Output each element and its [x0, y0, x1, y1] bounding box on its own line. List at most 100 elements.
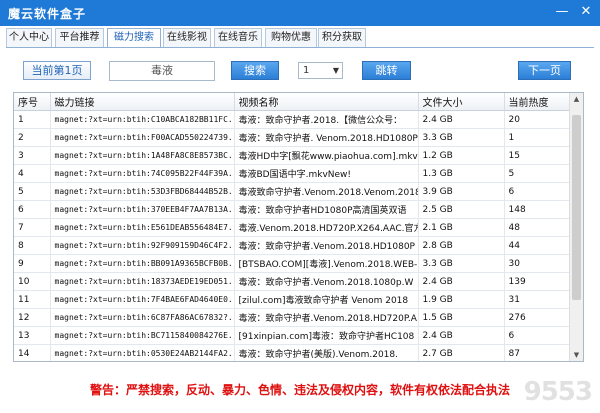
- table-row[interactable]: 13 magnet:?xt=urn:btih:BC7115840084276E..…: [14, 326, 570, 345]
- tab-magnet-search[interactable]: 磁力搜索: [107, 28, 161, 48]
- cell-index: 10: [14, 272, 51, 291]
- tab-personal-center[interactable]: 个人中心: [6, 28, 52, 47]
- col-header-file-size[interactable]: 文件大小: [418, 93, 505, 111]
- cell-magnet[interactable]: magnet:?xt=urn:btih:370EEB4F7AA7B13A...: [50, 200, 235, 219]
- cell-heat: 6: [504, 326, 570, 345]
- scroll-down-icon[interactable]: ▼: [570, 349, 583, 361]
- tab-get-points[interactable]: 积分获取: [318, 28, 366, 47]
- cell-heat: 148: [504, 200, 570, 219]
- cell-index: 4: [14, 164, 51, 183]
- tab-platform-recommend[interactable]: 平台推荐: [55, 28, 104, 47]
- cell-video-name: 毒液：致命守护者(美版).Venom.2018.: [234, 344, 419, 361]
- table-row[interactable]: 11 magnet:?xt=urn:btih:7F4BAE6FAD4640E0..…: [14, 290, 570, 309]
- cell-index: 3: [14, 146, 51, 165]
- cell-size: 2.4 GB: [418, 110, 505, 129]
- cell-magnet[interactable]: magnet:?xt=urn:btih:F00ACAD550224739...: [50, 128, 235, 147]
- tab-online-video[interactable]: 在线影视: [163, 28, 211, 47]
- cell-index: 14: [14, 344, 51, 361]
- next-page-button[interactable]: 下一页: [518, 61, 571, 80]
- cell-magnet[interactable]: magnet:?xt=urn:btih:92F909159D46C4F2...: [50, 236, 235, 255]
- table-row[interactable]: 14 magnet:?xt=urn:btih:0530E24AB2144FA2..…: [14, 344, 570, 361]
- scroll-up-icon[interactable]: ▲: [570, 93, 583, 105]
- search-input[interactable]: 毒液: [109, 61, 215, 81]
- close-button[interactable]: ✕: [576, 3, 596, 21]
- cell-index: 8: [14, 236, 51, 255]
- col-header-magnet[interactable]: 磁力链接: [50, 93, 235, 111]
- cell-index: 13: [14, 326, 51, 345]
- cell-heat: 1: [504, 128, 570, 147]
- scroll-thumb[interactable]: [572, 115, 581, 300]
- cell-magnet[interactable]: magnet:?xt=urn:btih:6C87FA86AC67832?...: [50, 308, 235, 327]
- cell-magnet[interactable]: magnet:?xt=urn:btih:74C095B22F44F39A...: [50, 164, 235, 183]
- cell-index: 2: [14, 128, 51, 147]
- vertical-scrollbar[interactable]: ▲ ▼: [569, 93, 583, 361]
- cell-index: 5: [14, 182, 51, 201]
- table-row[interactable]: 4 magnet:?xt=urn:btih:74C095B22F44F39A...…: [14, 164, 570, 183]
- cell-magnet[interactable]: magnet:?xt=urn:btih:18373AEDE19ED051...: [50, 272, 235, 291]
- cell-magnet[interactable]: magnet:?xt=urn:btih:BB091A9365BCFB0B...: [50, 254, 235, 273]
- jump-button[interactable]: 跳转: [362, 61, 411, 80]
- page-select-value: 1: [303, 65, 310, 76]
- cell-magnet[interactable]: magnet:?xt=urn:btih:C10ABCA182BB11FC...: [50, 110, 235, 129]
- page-select[interactable]: 1 ▼: [298, 62, 343, 79]
- header-row: 序号 磁力链接 视频名称 文件大小 当前热度: [14, 93, 570, 111]
- cell-index: 9: [14, 254, 51, 273]
- results-grid[interactable]: 序号 磁力链接 视频名称 文件大小 当前热度 1 magnet:?xt=urn:b…: [13, 92, 584, 362]
- cell-size: 2.5 GB: [418, 200, 505, 219]
- tab-online-music[interactable]: 在线音乐: [214, 28, 262, 47]
- table-row[interactable]: 3 magnet:?xt=urn:btih:1A48FA8C8E8573BC...…: [14, 146, 570, 165]
- warning-text: 警告：严禁搜索，反动、暴力、色情、违法及侵权内容，软件有权依法配合执法: [89, 383, 510, 397]
- cell-magnet[interactable]: magnet:?xt=urn:btih:E561DEAB556484E7...: [50, 218, 235, 237]
- cell-video-name: 毒液：致命守护者.Venom.2018.HD720P.A: [234, 308, 419, 327]
- cell-size: 1.3 GB: [418, 164, 505, 183]
- cell-size: 1.2 GB: [418, 146, 505, 165]
- cell-video-name: 毒液：致命守护者.Venom.2018.HD1080P: [234, 236, 419, 255]
- table-row[interactable]: 2 magnet:?xt=urn:btih:F00ACAD550224739...…: [14, 128, 570, 147]
- cell-video-name: 毒液：致命守护者.2018.【微信公众号：: [234, 110, 419, 129]
- cell-size: 1.9 GB: [418, 290, 505, 309]
- cell-video-name: 毒液：致命守护者.Venom.2018.1080p.W: [234, 272, 419, 291]
- table-row[interactable]: 10 magnet:?xt=urn:btih:18373AEDE19ED051..…: [14, 272, 570, 291]
- cell-heat: 30: [504, 254, 570, 273]
- table-row[interactable]: 8 magnet:?xt=urn:btih:92F909159D46C4F2...…: [14, 236, 570, 255]
- table-row[interactable]: 6 magnet:?xt=urn:btih:370EEB4F7AA7B13A...…: [14, 200, 570, 219]
- cell-heat: 139: [504, 272, 570, 291]
- cell-video-name: 毒液：致命守护者HD1080P高清国英双语: [234, 200, 419, 219]
- cell-size: 2.4 GB: [418, 272, 505, 291]
- cell-video-name: 毒液HD中字[飘花www.piaohua.com].mkvNew!: [234, 146, 419, 165]
- table-row[interactable]: 5 magnet:?xt=urn:btih:53D3FBD68444B52B...…: [14, 182, 570, 201]
- cell-magnet[interactable]: magnet:?xt=urn:btih:1A48FA8C8E8573BC...: [50, 146, 235, 165]
- tab-shopping-deals[interactable]: 购物优惠: [265, 28, 317, 47]
- search-button[interactable]: 搜索: [231, 61, 279, 80]
- title-bar[interactable]: 魔云软件盒子 — ✕: [0, 0, 600, 26]
- cell-magnet[interactable]: magnet:?xt=urn:btih:7F4BAE6FAD4640E0...: [50, 290, 235, 309]
- table-row[interactable]: 1 magnet:?xt=urn:btih:C10ABCA182BB11FC...…: [14, 110, 570, 129]
- table-row[interactable]: 12 magnet:?xt=urn:btih:6C87FA86AC67832?..…: [14, 308, 570, 327]
- cell-magnet[interactable]: magnet:?xt=urn:btih:BC7115840084276E...: [50, 326, 235, 345]
- table-row[interactable]: 7 magnet:?xt=urn:btih:E561DEAB556484E7...…: [14, 218, 570, 237]
- cell-video-name: 毒液致命守护者.Venom.2018.Venom.2018: [234, 182, 419, 201]
- cell-video-name: [zilul.com]毒液致命守护者 Venom 2018: [234, 290, 419, 309]
- cell-heat: 48: [504, 218, 570, 237]
- cell-index: 6: [14, 200, 51, 219]
- cell-heat: 20: [504, 110, 570, 129]
- table-row[interactable]: 9 magnet:?xt=urn:btih:BB091A9365BCFB0B...…: [14, 254, 570, 273]
- cell-video-name: 毒液BD国语中字.mkvNew!: [234, 164, 419, 183]
- cell-heat: 87: [504, 344, 570, 361]
- cell-magnet[interactable]: magnet:?xt=urn:btih:0530E24AB2144FA2...: [50, 344, 235, 361]
- cell-index: 12: [14, 308, 51, 327]
- cell-index: 1: [14, 110, 51, 129]
- col-header-index[interactable]: 序号: [14, 93, 51, 111]
- results-table: 序号 磁力链接 视频名称 文件大小 当前热度 1 magnet:?xt=urn:b…: [14, 93, 570, 361]
- col-header-heat[interactable]: 当前热度: [504, 93, 570, 111]
- chevron-down-icon: ▼: [332, 66, 339, 75]
- minimize-button[interactable]: —: [552, 3, 572, 21]
- cell-magnet[interactable]: magnet:?xt=urn:btih:53D3FBD68444B52B...: [50, 182, 235, 201]
- cell-video-name: 毒液：致命守护者. Venom.2018.HD1080P: [234, 128, 419, 147]
- watermark-logo: 9553: [523, 377, 593, 407]
- col-header-video-name[interactable]: 视频名称: [234, 93, 419, 111]
- cell-video-name: [91xinpian.com]毒液：致命守护者HC108: [234, 326, 419, 345]
- cell-size: 2.1 GB: [418, 218, 505, 237]
- current-page-button[interactable]: 当前第1页: [23, 61, 91, 80]
- cell-heat: 44: [504, 236, 570, 255]
